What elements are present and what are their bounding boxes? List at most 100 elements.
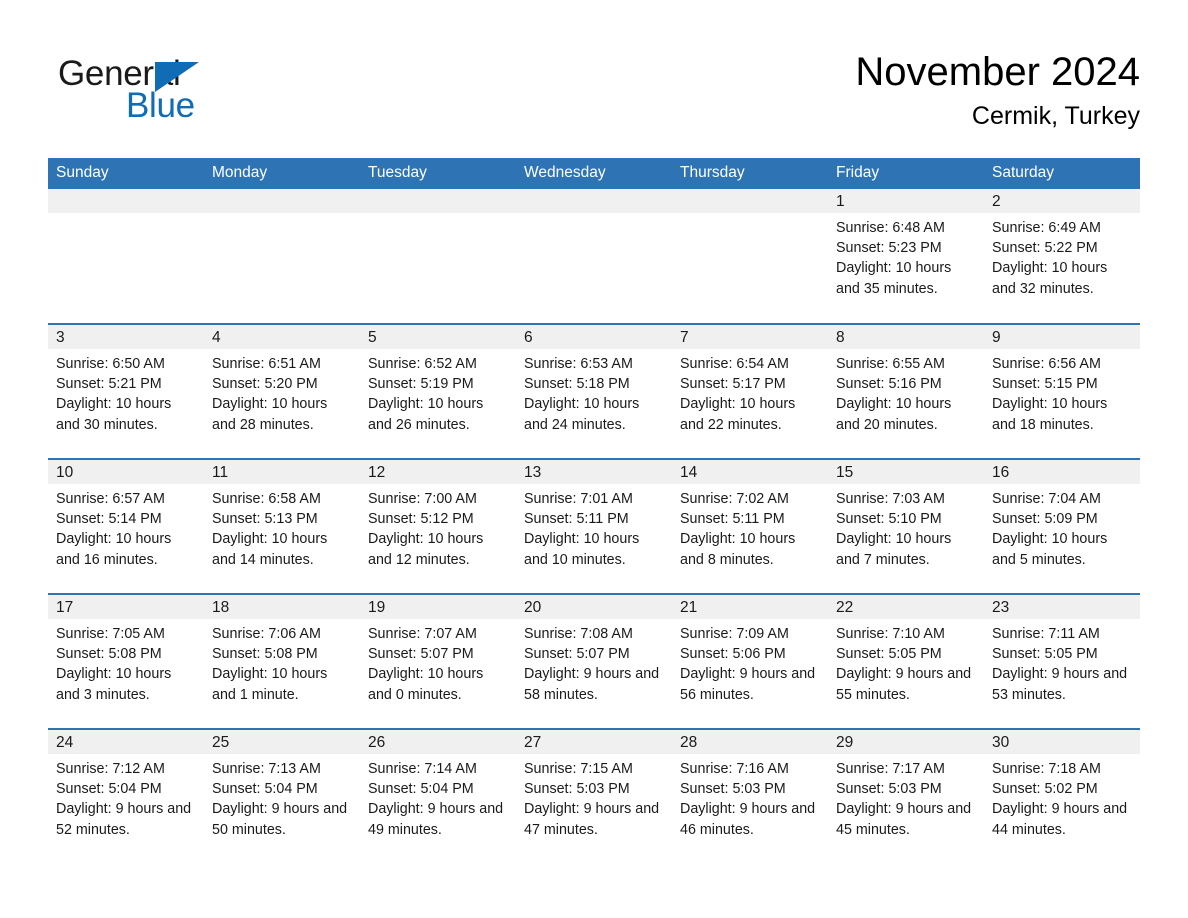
day-number: 29: [828, 730, 984, 754]
daylight-text: Daylight: 10 hours and 16 minutes.: [56, 531, 172, 568]
sunset-text: Sunset: 5:11 PM: [680, 511, 785, 528]
sunrise-sunset-calendar: Sunday Monday Tuesday Wednesday Thursday…: [48, 158, 1140, 864]
day-number: 23: [984, 595, 1140, 619]
sunset-text: Sunset: 5:04 PM: [212, 781, 318, 798]
daylight-text: Daylight: 10 hours and 24 minutes.: [524, 396, 640, 433]
calendar-day-cell-empty: [360, 189, 516, 324]
title-block: November 2024 Cermik, Turkey: [855, 46, 1140, 132]
day-details: Sunrise: 6:53 AM Sunset: 5:18 PM Daylight:…: [516, 349, 672, 435]
generalblue-logo[interactable]: General Blue: [58, 54, 258, 134]
calendar-day-cell[interactable]: 7 Sunrise: 6:54 AM Sunset: 5:17 PM Daylight…: [672, 323, 828, 459]
day-number: 24: [48, 730, 204, 754]
daylight-text: Daylight: 10 hours and 20 minutes.: [836, 396, 952, 433]
sunrise-text: Sunrise: 6:48 AM: [836, 220, 945, 236]
calendar-day-cell[interactable]: 8 Sunrise: 6:55 AM Sunset: 5:16 PM Daylight…: [828, 323, 984, 459]
sunset-text: Sunset: 5:17 PM: [680, 376, 786, 393]
sunset-text: Sunset: 5:04 PM: [56, 781, 162, 798]
sunset-text: Sunset: 5:05 PM: [836, 646, 942, 663]
day-details: Sunrise: 7:04 AM Sunset: 5:09 PM Daylight:…: [984, 484, 1140, 570]
sunset-text: Sunset: 5:12 PM: [368, 511, 474, 528]
daylight-text: Daylight: 10 hours and 12 minutes.: [368, 531, 484, 568]
weekday-header-wednesday: Wednesday: [516, 158, 672, 189]
calendar-day-cell[interactable]: 16 Sunrise: 7:04 AM Sunset: 5:09 PM Dayligh…: [984, 458, 1140, 594]
calendar-day-cell[interactable]: 27 Sunrise: 7:15 AM Sunset: 5:03 PM Dayligh…: [516, 728, 672, 864]
sunset-text: Sunset: 5:09 PM: [992, 511, 1098, 528]
sunrise-text: Sunrise: 7:03 AM: [836, 491, 945, 507]
day-details: Sunrise: 7:11 AM Sunset: 5:05 PM Daylight:…: [984, 619, 1140, 705]
calendar-day-cell[interactable]: 6 Sunrise: 6:53 AM Sunset: 5:18 PM Daylight…: [516, 323, 672, 459]
day-details: Sunrise: 7:10 AM Sunset: 5:05 PM Daylight:…: [828, 619, 984, 705]
day-number: 22: [828, 595, 984, 619]
day-number: 18: [204, 595, 360, 619]
calendar-day-cell[interactable]: 17 Sunrise: 7:05 AM Sunset: 5:08 PM Dayligh…: [48, 593, 204, 729]
sunset-text: Sunset: 5:03 PM: [680, 781, 786, 798]
daylight-text: Daylight: 10 hours and 14 minutes.: [212, 531, 328, 568]
calendar-day-cell[interactable]: 4 Sunrise: 6:51 AM Sunset: 5:20 PM Daylight…: [204, 323, 360, 459]
day-number: 10: [48, 460, 204, 484]
calendar-day-cell[interactable]: 3 Sunrise: 6:50 AM Sunset: 5:21 PM Daylight…: [48, 323, 204, 459]
daylight-text: Daylight: 10 hours and 7 minutes.: [836, 531, 952, 568]
day-number: 20: [516, 595, 672, 619]
daylight-text: Daylight: 9 hours and 47 minutes.: [524, 801, 660, 838]
sunrise-text: Sunrise: 7:09 AM: [680, 626, 789, 642]
sunset-text: Sunset: 5:19 PM: [368, 376, 474, 393]
day-number: 4: [204, 325, 360, 349]
calendar-day-cell[interactable]: 21 Sunrise: 7:09 AM Sunset: 5:06 PM Dayligh…: [672, 593, 828, 729]
sunrise-text: Sunrise: 6:51 AM: [212, 356, 321, 372]
sunrise-text: Sunrise: 7:06 AM: [212, 626, 321, 642]
sunrise-text: Sunrise: 7:16 AM: [680, 761, 789, 777]
calendar-day-cell[interactable]: 9 Sunrise: 6:56 AM Sunset: 5:15 PM Daylight…: [984, 323, 1140, 459]
daylight-text: Daylight: 10 hours and 8 minutes.: [680, 531, 796, 568]
daylight-text: Daylight: 10 hours and 30 minutes.: [56, 396, 172, 433]
calendar-day-cell[interactable]: 24 Sunrise: 7:12 AM Sunset: 5:04 PM Dayligh…: [48, 728, 204, 864]
sunset-text: Sunset: 5:05 PM: [992, 646, 1098, 663]
calendar-day-cell[interactable]: 1 Sunrise: 6:48 AM Sunset: 5:23 PM Daylight…: [828, 189, 984, 324]
calendar-day-cell[interactable]: 11 Sunrise: 6:58 AM Sunset: 5:13 PM Dayligh…: [204, 458, 360, 594]
calendar-day-cell[interactable]: 10 Sunrise: 6:57 AM Sunset: 5:14 PM Dayligh…: [48, 458, 204, 594]
calendar-day-cell[interactable]: 13 Sunrise: 7:01 AM Sunset: 5:11 PM Dayligh…: [516, 458, 672, 594]
calendar-day-cell[interactable]: 28 Sunrise: 7:16 AM Sunset: 5:03 PM Dayligh…: [672, 728, 828, 864]
sunrise-text: Sunrise: 7:15 AM: [524, 761, 633, 777]
page-header: General Blue November 2024 Cermik, Turke…: [48, 46, 1140, 150]
day-details: Sunrise: 7:06 AM Sunset: 5:08 PM Daylight:…: [204, 619, 360, 705]
daylight-text: Daylight: 10 hours and 5 minutes.: [992, 531, 1108, 568]
day-details: Sunrise: 6:49 AM Sunset: 5:22 PM Daylight:…: [984, 213, 1140, 299]
day-number: 14: [672, 460, 828, 484]
calendar-day-cell[interactable]: 29 Sunrise: 7:17 AM Sunset: 5:03 PM Dayligh…: [828, 728, 984, 864]
calendar-day-cell[interactable]: 30 Sunrise: 7:18 AM Sunset: 5:02 PM Dayligh…: [984, 728, 1140, 864]
sunrise-text: Sunrise: 7:13 AM: [212, 761, 321, 777]
sunset-text: Sunset: 5:03 PM: [524, 781, 630, 798]
sunrise-text: Sunrise: 6:50 AM: [56, 356, 165, 372]
sunset-text: Sunset: 5:03 PM: [836, 781, 942, 798]
calendar-day-cell[interactable]: 2 Sunrise: 6:49 AM Sunset: 5:22 PM Daylight…: [984, 189, 1140, 324]
calendar-day-cell[interactable]: 26 Sunrise: 7:14 AM Sunset: 5:04 PM Dayligh…: [360, 728, 516, 864]
sunrise-text: Sunrise: 7:00 AM: [368, 491, 477, 507]
calendar-day-cell[interactable]: 20 Sunrise: 7:08 AM Sunset: 5:07 PM Dayligh…: [516, 593, 672, 729]
calendar-day-cell[interactable]: 14 Sunrise: 7:02 AM Sunset: 5:11 PM Dayligh…: [672, 458, 828, 594]
sunset-text: Sunset: 5:07 PM: [368, 646, 474, 663]
calendar-day-cell[interactable]: 23 Sunrise: 7:11 AM Sunset: 5:05 PM Dayligh…: [984, 593, 1140, 729]
calendar-day-cell[interactable]: 5 Sunrise: 6:52 AM Sunset: 5:19 PM Daylight…: [360, 323, 516, 459]
day-details: Sunrise: 7:09 AM Sunset: 5:06 PM Daylight:…: [672, 619, 828, 705]
sunset-text: Sunset: 5:13 PM: [212, 511, 318, 528]
day-details: Sunrise: 7:15 AM Sunset: 5:03 PM Daylight:…: [516, 754, 672, 840]
daylight-text: Daylight: 10 hours and 18 minutes.: [992, 396, 1108, 433]
calendar-day-cell[interactable]: 12 Sunrise: 7:00 AM Sunset: 5:12 PM Dayligh…: [360, 458, 516, 594]
sunrise-text: Sunrise: 6:55 AM: [836, 356, 945, 372]
calendar-day-cell[interactable]: 18 Sunrise: 7:06 AM Sunset: 5:08 PM Dayligh…: [204, 593, 360, 729]
calendar-day-cell[interactable]: 15 Sunrise: 7:03 AM Sunset: 5:10 PM Dayligh…: [828, 458, 984, 594]
calendar-day-cell[interactable]: 19 Sunrise: 7:07 AM Sunset: 5:07 PM Dayligh…: [360, 593, 516, 729]
day-number: 19: [360, 595, 516, 619]
logo-text-blue: Blue: [126, 86, 195, 125]
sunset-text: Sunset: 5:02 PM: [992, 781, 1098, 798]
daylight-text: Daylight: 10 hours and 22 minutes.: [680, 396, 796, 433]
calendar-day-cell[interactable]: 22 Sunrise: 7:10 AM Sunset: 5:05 PM Dayligh…: [828, 593, 984, 729]
day-number: 7: [672, 325, 828, 349]
day-number: 21: [672, 595, 828, 619]
sunset-text: Sunset: 5:16 PM: [836, 376, 942, 393]
daylight-text: Daylight: 9 hours and 46 minutes.: [680, 801, 816, 838]
calendar-day-cell[interactable]: 25 Sunrise: 7:13 AM Sunset: 5:04 PM Dayligh…: [204, 728, 360, 864]
day-details: Sunrise: 6:56 AM Sunset: 5:15 PM Daylight:…: [984, 349, 1140, 435]
sunrise-text: Sunrise: 7:07 AM: [368, 626, 477, 642]
day-number: [672, 189, 828, 213]
